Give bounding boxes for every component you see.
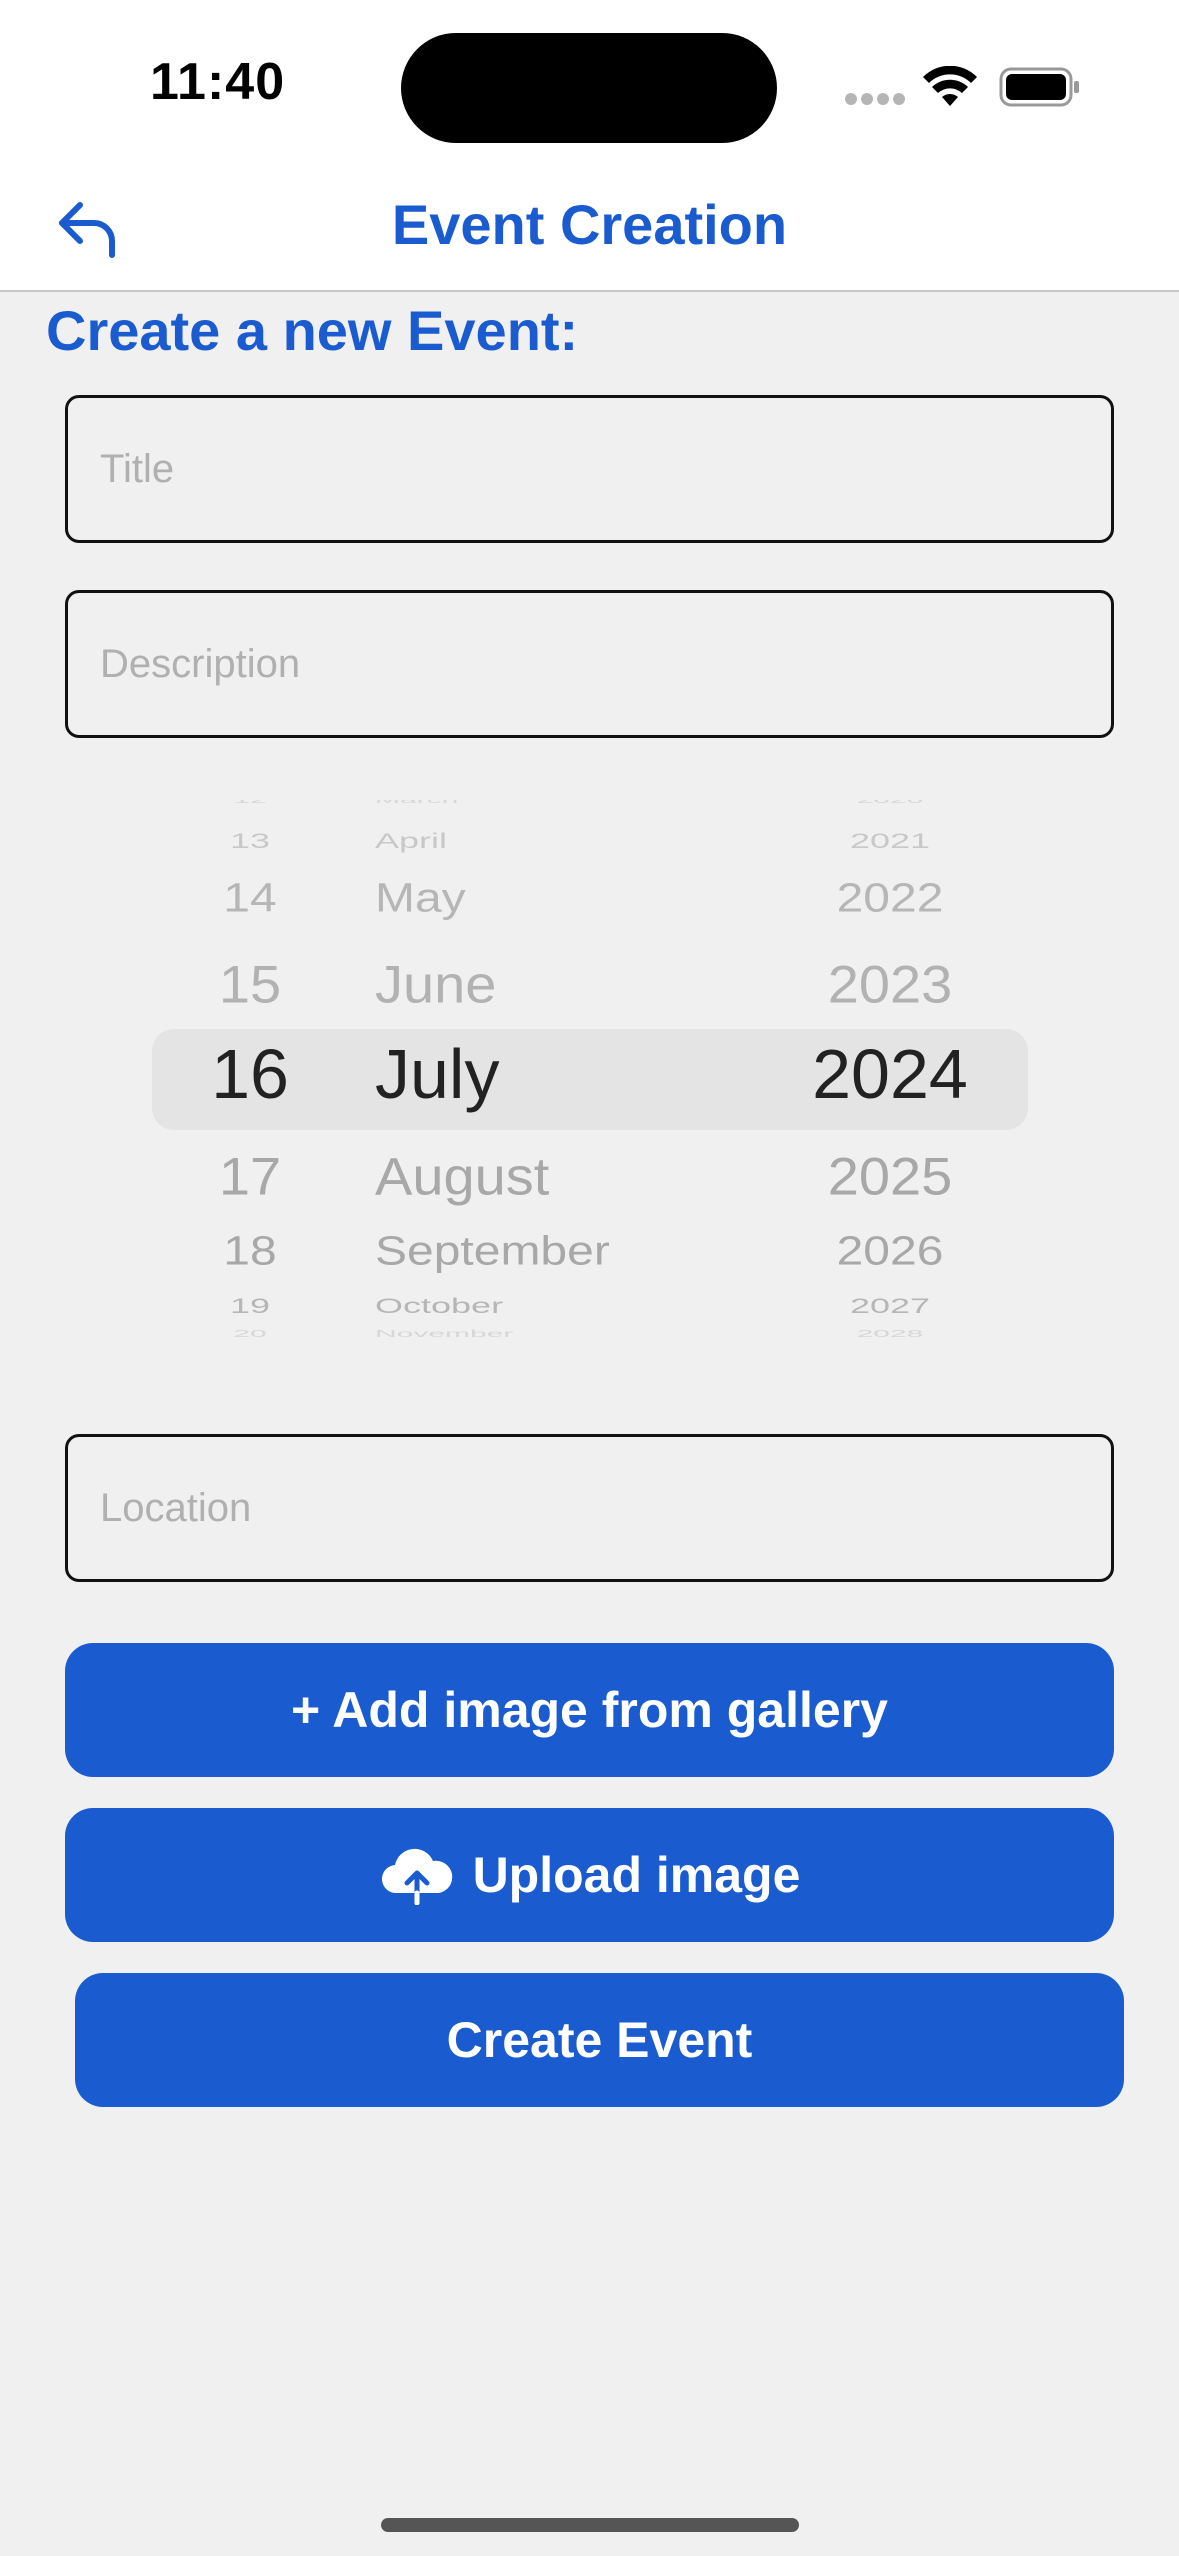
top-bar: 11:40 Event Creation (0, 0, 1179, 292)
day-option[interactable]: 19 (190, 1293, 310, 1318)
year-option[interactable]: 2022 (750, 875, 1030, 922)
section-title: Create a new Event: (46, 299, 579, 362)
year-option[interactable]: 2020 (750, 800, 1030, 806)
upload-image-label: Upload image (472, 1847, 801, 1903)
month-option[interactable]: May (375, 875, 715, 922)
create-event-button[interactable]: Create Event (75, 1973, 1124, 2107)
year-option[interactable]: 2026 (750, 1228, 1030, 1275)
day-wheel[interactable]: 12 13 14 15 16 17 18 19 20 (190, 800, 310, 1345)
month-option[interactable]: July (375, 1034, 715, 1114)
month-option[interactable]: June (375, 953, 715, 1015)
description-input[interactable] (65, 590, 1114, 738)
month-option[interactable]: April (375, 828, 715, 853)
battery-full-icon (999, 66, 1081, 113)
year-wheel[interactable]: 2020 2021 2022 2023 2024 2025 2026 2027 2028 (750, 800, 1030, 1345)
add-image-gallery-label: + Add image from gallery (291, 1682, 888, 1738)
create-event-label: Create Event (446, 2012, 753, 2068)
home-indicator (381, 2518, 799, 2532)
wifi-icon (922, 65, 978, 113)
day-option[interactable]: 16 (190, 1034, 310, 1114)
location-input[interactable] (65, 1434, 1114, 1582)
year-option[interactable]: 2028 (750, 1328, 1030, 1340)
status-time: 11:40 (150, 53, 286, 111)
day-option[interactable]: 13 (190, 828, 310, 853)
day-option[interactable]: 17 (190, 1145, 310, 1207)
date-picker[interactable]: 12 13 14 15 16 17 18 19 20 March April May June July… (150, 800, 1030, 1345)
month-option[interactable]: October (375, 1293, 715, 1318)
month-wheel[interactable]: March April May June July August September Octo… (375, 800, 715, 1345)
month-option[interactable]: September (375, 1228, 715, 1275)
day-option[interactable]: 20 (190, 1328, 310, 1340)
year-option[interactable]: 2023 (750, 953, 1030, 1015)
day-option[interactable]: 15 (190, 953, 310, 1015)
upload-image-button[interactable]: Upload image (65, 1808, 1114, 1942)
title-input[interactable] (65, 395, 1114, 543)
month-option[interactable]: November (375, 1328, 715, 1340)
signal-dots-icon (845, 92, 909, 110)
month-option[interactable]: March (375, 800, 715, 806)
day-option[interactable]: 18 (190, 1228, 310, 1275)
month-option[interactable]: August (375, 1145, 715, 1207)
cloud-upload-icon (379, 1845, 455, 1905)
year-option[interactable]: 2024 (750, 1034, 1030, 1114)
year-option[interactable]: 2021 (750, 828, 1030, 853)
add-image-gallery-button[interactable]: + Add image from gallery (65, 1643, 1114, 1777)
page-title: Event Creation (391, 193, 788, 256)
dynamic-island (401, 33, 777, 143)
day-option[interactable]: 12 (190, 800, 310, 806)
year-option[interactable]: 2027 (750, 1293, 1030, 1318)
day-option[interactable]: 14 (190, 875, 310, 922)
year-option[interactable]: 2025 (750, 1145, 1030, 1207)
